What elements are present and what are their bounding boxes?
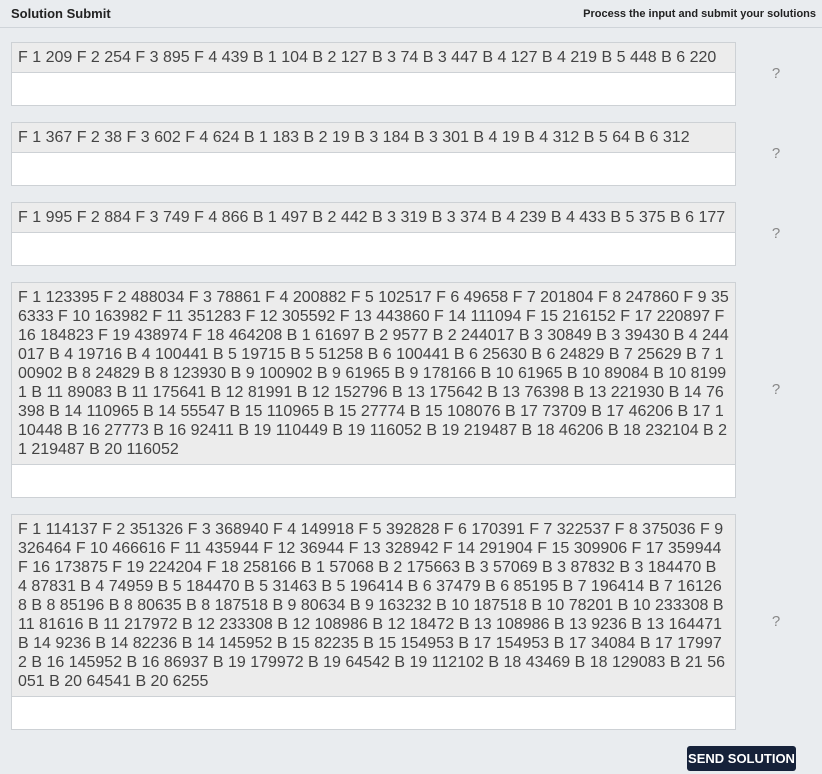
problem-input-text: F 1 114137 F 2 351326 F 3 368940 F 4 149…	[11, 514, 736, 696]
problem-input-text: F 1 367 F 2 38 F 3 602 F 4 624 B 1 183 B…	[11, 122, 736, 152]
help-icon[interactable]: ?	[770, 613, 782, 630]
problem-block: F 1 995 F 2 884 F 3 749 F 4 866 B 1 497 …	[11, 202, 736, 266]
answer-input[interactable]	[11, 464, 736, 498]
help-icon[interactable]: ?	[770, 225, 782, 242]
problem-block: F 1 114137 F 2 351326 F 3 368940 F 4 149…	[11, 514, 736, 730]
problem-block: F 1 209 F 2 254 F 3 895 F 4 439 B 1 104 …	[11, 42, 736, 106]
page-header: Solution Submit Process the input and su…	[0, 0, 822, 28]
answer-input[interactable]	[11, 696, 736, 730]
send-solution-button[interactable]: SEND SOLUTION	[687, 746, 796, 771]
page-title: Solution Submit	[11, 6, 111, 21]
help-icon[interactable]: ?	[770, 381, 782, 398]
answer-input[interactable]	[11, 232, 736, 266]
problem-block: F 1 123395 F 2 488034 F 3 78861 F 4 2008…	[11, 282, 736, 498]
problem-input-text: F 1 209 F 2 254 F 3 895 F 4 439 B 1 104 …	[11, 42, 736, 72]
help-icon[interactable]: ?	[770, 65, 782, 82]
answer-input[interactable]	[11, 72, 736, 106]
page-subtitle: Process the input and submit your soluti…	[583, 7, 816, 20]
problem-block: F 1 367 F 2 38 F 3 602 F 4 624 B 1 183 B…	[11, 122, 736, 186]
help-icon[interactable]: ?	[770, 145, 782, 162]
problem-input-text: F 1 123395 F 2 488034 F 3 78861 F 4 2008…	[11, 282, 736, 464]
answer-input[interactable]	[11, 152, 736, 186]
problem-input-text: F 1 995 F 2 884 F 3 749 F 4 866 B 1 497 …	[11, 202, 736, 232]
